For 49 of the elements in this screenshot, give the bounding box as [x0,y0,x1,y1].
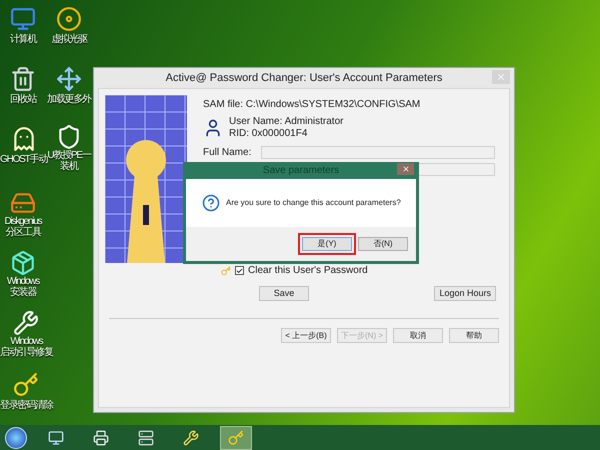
desktop-icon-label: 装机 [60,161,78,172]
user-name: User Name: Administrator [229,116,344,128]
wizard-button[interactable]: 帮助 [449,328,499,343]
save-button[interactable]: Save [259,286,309,301]
wizard-button[interactable]: < 上一步(B) [281,328,331,343]
close-icon [496,72,506,82]
desktop-icon[interactable] [54,64,84,94]
taskbar-button[interactable] [220,426,252,450]
desktop-icon[interactable] [54,4,84,34]
desktop-icon-label: GHOST手动 [0,154,48,165]
full-name-field[interactable] [261,146,495,159]
key-icon [221,266,231,276]
arrows-icon [56,66,82,92]
desktop-icon-label: Diskgenius [4,216,42,227]
desktop-icon-label: 启动引导修复 [0,347,53,358]
logon-hours-button[interactable]: Logon Hours [434,286,496,301]
desktop-icon-label: Windows [6,276,40,287]
checkbox-label: Clear this User's Password [248,264,368,278]
desktop-icon-label: 回收站 [10,94,36,105]
close-icon [402,165,410,173]
desktop-icon-label: 分区工具 [5,227,41,238]
trash-icon [10,66,36,92]
wizard-button[interactable]: 取消 [393,328,443,343]
question-icon [202,194,220,212]
computer-icon [10,6,36,32]
checkbox[interactable] [235,266,244,275]
box-icon [10,250,36,276]
printer-icon [93,430,109,446]
desktop-icon-label: 加载更多外 [46,94,91,105]
full-name-label: Full Name: [203,146,252,160]
dialog-button[interactable]: 否(N) [358,237,408,251]
window-title: Active@ Password Changer: User's Account Parameters [166,70,442,86]
desktop-icon-label: U教授PE一 [47,150,91,161]
desktop-icon-label: 计算机 [10,34,36,45]
desktop-icon-label: Windows [10,336,42,347]
drive-icon [138,430,154,446]
desktop-icon-label: 虚拟光驱 [51,34,87,45]
rid-value: RID: 0x000001F4 [229,128,308,140]
key-icon [228,430,244,446]
sam-file-path: SAM file: C:\Windows\SYSTEM32\CONFIG\SAM [203,98,422,112]
desktop-icon-label: 安装器 [10,287,36,298]
desktop-icon-label: 登录密码清除 [0,400,53,411]
start-button[interactable] [5,426,27,448]
key-icon [13,372,40,398]
disc-icon [56,6,82,32]
dialog-title: Save parameters [262,164,340,178]
dialog-message: Are you sure to change this account parameters? [226,197,401,209]
monitor-icon [48,430,64,446]
tools-icon [183,430,199,446]
